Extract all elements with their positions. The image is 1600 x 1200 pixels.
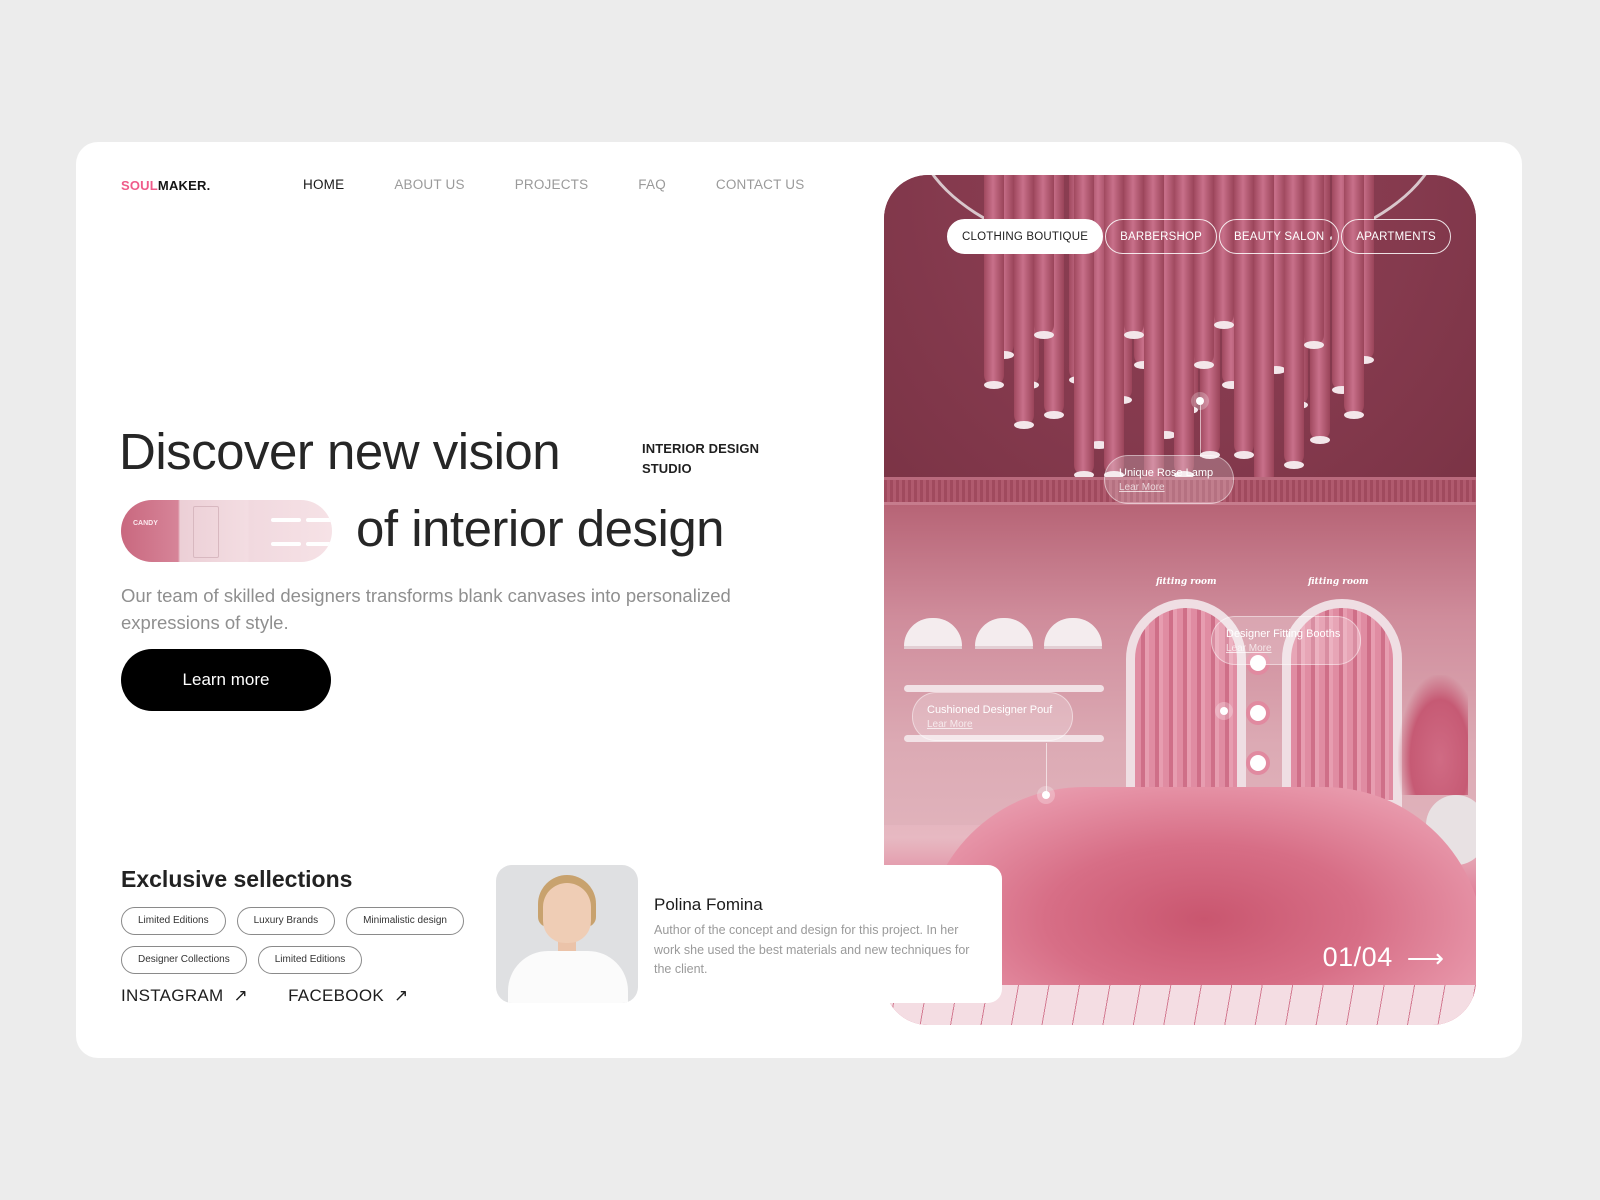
- tab-beauty-salon[interactable]: BEAUTY SALON: [1218, 219, 1340, 254]
- hero-subtitle: Our team of skilled designers transforms…: [121, 585, 731, 633]
- pendant-tube: [1014, 175, 1034, 429]
- thumbnail-shelf: [271, 518, 301, 522]
- hotspot-pin-booths[interactable]: [1220, 707, 1228, 715]
- pendant-tube: [1124, 175, 1144, 339]
- selection-tags: Limited Editions Luxury Brands Minimalis…: [121, 907, 481, 974]
- brand-logo[interactable]: SOULMAKER.: [121, 178, 210, 193]
- hotspot-learn-more-link[interactable]: Lear More: [1119, 482, 1213, 493]
- hotspot-connector: [1046, 743, 1047, 793]
- nav-home[interactable]: HOME: [303, 177, 344, 192]
- thumbnail-shelf: [271, 542, 301, 546]
- thumbnail-shelf: [306, 518, 332, 522]
- tag-limited-editions[interactable]: Limited Editions: [121, 907, 226, 935]
- avatar-face: [543, 883, 591, 943]
- hotspot-title: Cushioned Designer Pouf: [927, 704, 1053, 716]
- hotspot-learn-more-link[interactable]: Lear More: [927, 719, 1052, 730]
- hero-title-line2: of interior design: [356, 500, 725, 557]
- social-links: INSTAGRAM ↗ FACEBOOK ↗: [121, 986, 409, 1006]
- tag-minimalistic-design[interactable]: Minimalistic design: [346, 907, 464, 935]
- author-name: Polina Fomina: [654, 895, 763, 914]
- pendant-tube: [1304, 175, 1324, 349]
- thumbnail-shelf: [306, 542, 332, 546]
- learn-more-button[interactable]: Learn more: [121, 649, 331, 711]
- pendant-tube: [1194, 175, 1214, 369]
- author-avatar: [496, 865, 638, 1003]
- brand-logo-accent: SOUL: [121, 178, 158, 193]
- hotspot-fitting-booths[interactable]: Designer Fitting Booths Lear More: [1211, 616, 1362, 665]
- hotspot-connector: [1200, 405, 1201, 457]
- studio-label-line1: INTERIOR DESIGN: [642, 441, 760, 456]
- tab-barbershop[interactable]: BARBERSHOP: [1105, 219, 1217, 254]
- pendant-tube: [1034, 175, 1054, 339]
- hotspot-pin-lamp[interactable]: [1196, 397, 1204, 405]
- pendant-tube: [1234, 175, 1254, 459]
- author-card: Polina Fomina Author of the concept and …: [496, 865, 1002, 1003]
- fitting-room-sign: fitting room: [1156, 577, 1217, 587]
- display-shelf: [904, 685, 1104, 692]
- hotspot-pin-pouf[interactable]: [1042, 791, 1050, 799]
- arrow-up-right-icon: ↗: [394, 986, 409, 1005]
- pendant-tube: [1344, 175, 1364, 419]
- hotspot-rose-lamp[interactable]: Unique Rose Lamp Lear More: [1104, 455, 1235, 504]
- pendant-tube: [984, 175, 1004, 389]
- tag-luxury-brands[interactable]: Luxury Brands: [236, 907, 336, 935]
- thumbnail-door: [193, 506, 219, 558]
- tag-limited-editions-2[interactable]: Limited Editions: [257, 946, 363, 974]
- hotspot-designer-pouf[interactable]: Cushioned Designer Pouf Lear More: [912, 692, 1074, 741]
- round-mirror: [1246, 751, 1270, 775]
- thumbnail-sign: CANDY: [133, 520, 158, 527]
- instagram-link[interactable]: INSTAGRAM ↗: [121, 986, 248, 1006]
- facebook-label: FACEBOOK: [288, 986, 384, 1005]
- hotspot-learn-more-link[interactable]: Lear More: [1226, 643, 1340, 654]
- nav-faq[interactable]: FAQ: [638, 177, 666, 192]
- instagram-label: INSTAGRAM: [121, 986, 224, 1005]
- nav-about-us[interactable]: ABOUT US: [394, 177, 464, 192]
- hotspot-title: Designer Fitting Booths: [1226, 628, 1341, 640]
- selections-title: Exclusive sellections: [121, 866, 353, 892]
- fitting-room-sign: fitting room: [1308, 577, 1369, 587]
- nav-projects[interactable]: PROJECTS: [515, 177, 589, 192]
- main-nav: HOME ABOUT US PROJECTS FAQ CONTACT US: [303, 177, 854, 192]
- category-tabs: CLOTHING BOUTIQUE BARBERSHOP BEAUTY SALO…: [947, 219, 1451, 254]
- arrow-up-right-icon: ↗: [233, 986, 249, 1005]
- next-arrow-icon[interactable]: ⟶: [1407, 945, 1444, 971]
- round-mirror: [1246, 701, 1270, 725]
- decor-plant: [1398, 675, 1468, 795]
- hero-thumbnail-image: CANDY: [121, 500, 332, 562]
- hero-title-line1: Discover new vision: [119, 423, 561, 480]
- avatar-shirt: [508, 951, 628, 1003]
- tag-designer-collections[interactable]: Designer Collections: [121, 946, 247, 974]
- facebook-link[interactable]: FACEBOOK ↗: [288, 986, 408, 1006]
- nav-contact-us[interactable]: CONTACT US: [716, 177, 805, 192]
- studio-label: INTERIOR DESIGN STUDIO: [642, 439, 759, 479]
- tab-apartments[interactable]: APARTMENTS: [1341, 219, 1451, 254]
- slide-counter: 01/04 ⟶: [1323, 942, 1444, 973]
- studio-label-line2: STUDIO: [642, 461, 692, 476]
- hotspot-title: Unique Rose Lamp: [1119, 467, 1214, 479]
- author-description: Author of the concept and design for thi…: [654, 923, 970, 976]
- brand-logo-rest: MAKER.: [157, 178, 211, 193]
- page-card: SOULMAKER. HOME ABOUT US PROJECTS FAQ CO…: [76, 142, 1522, 1058]
- tab-clothing-boutique[interactable]: CLOTHING BOUTIQUE: [947, 219, 1104, 254]
- slide-index: 01/04: [1322, 942, 1393, 972]
